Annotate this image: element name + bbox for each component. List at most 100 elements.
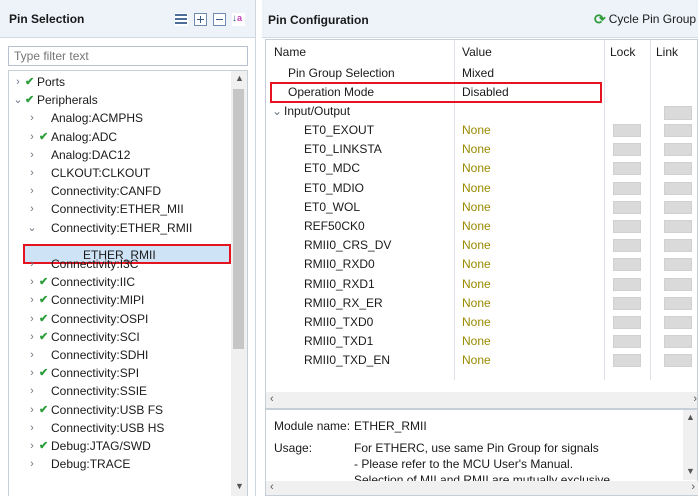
table-row-input-output[interactable]: ⌄ Input/Output <box>266 102 697 121</box>
expand-all-icon[interactable] <box>194 13 207 26</box>
lock-icon[interactable] <box>613 335 641 349</box>
expander-icon[interactable]: ⌄ <box>272 102 282 121</box>
expand-chevron-icon[interactable]: › <box>27 182 37 200</box>
link-arrow-icon[interactable] <box>664 296 692 310</box>
sort-az-icon[interactable]: ↓a <box>232 13 245 26</box>
collapse-chevron-icon[interactable]: ⌄ <box>27 219 37 237</box>
collapse-chevron-icon[interactable]: ⌄ <box>13 91 23 109</box>
table-row[interactable]: RMII0_RXD0 None <box>266 255 697 274</box>
column-header-lock[interactable]: Lock <box>610 42 635 62</box>
table-row[interactable]: RMII0_RXD1 None <box>266 275 697 294</box>
table-row[interactable]: RMII0_RX_ER None <box>266 294 697 313</box>
scroll-right-icon[interactable]: › <box>693 393 697 405</box>
table-row[interactable]: RMII0_TXD0 None <box>266 313 697 332</box>
column-header-link[interactable]: Link <box>656 42 678 62</box>
pin-value[interactable]: None <box>462 313 491 332</box>
expand-chevron-icon[interactable]: › <box>27 200 37 218</box>
expand-chevron-icon[interactable]: › <box>27 346 37 364</box>
expand-chevron-icon[interactable]: › <box>27 455 37 473</box>
expand-chevron-icon[interactable]: › <box>27 146 37 164</box>
pin-value[interactable]: None <box>462 121 491 140</box>
link-arrow-icon[interactable] <box>664 143 692 157</box>
table-row[interactable]: RMII0_TXD1 None <box>266 332 697 351</box>
pin-value[interactable]: None <box>462 140 491 159</box>
link-arrow-icon[interactable] <box>664 220 692 233</box>
link-arrow-icon[interactable] <box>664 316 692 329</box>
expand-chevron-icon[interactable]: › <box>27 310 37 328</box>
pin-value[interactable]: None <box>462 294 491 313</box>
row-value[interactable]: Mixed <box>462 64 494 83</box>
tree-scroll-thumb[interactable] <box>233 89 244 349</box>
pin-value[interactable]: None <box>462 217 491 236</box>
table-row[interactable]: ET0_LINKSTA None <box>266 140 697 159</box>
lock-icon[interactable] <box>613 258 641 272</box>
scroll-down-icon[interactable]: ▼ <box>686 466 695 476</box>
lock-icon[interactable] <box>613 354 641 368</box>
table-row[interactable]: ET0_EXOUT None <box>266 121 697 140</box>
expand-chevron-icon[interactable]: › <box>27 419 37 437</box>
pin-value[interactable]: None <box>462 198 491 217</box>
expand-chevron-icon[interactable]: › <box>27 164 37 182</box>
expand-chevron-icon[interactable]: › <box>13 73 23 91</box>
scroll-down-icon[interactable]: ▼ <box>235 481 244 491</box>
link-arrow-icon[interactable] <box>664 277 692 291</box>
expand-chevron-icon[interactable]: › <box>27 382 37 400</box>
lock-icon[interactable] <box>613 239 641 253</box>
tree-scrollbar[interactable]: ▲ ▼ <box>231 71 247 496</box>
expand-chevron-icon[interactable]: › <box>27 273 37 291</box>
expand-chevron-icon[interactable]: › <box>27 328 37 346</box>
list-icon[interactable] <box>175 13 188 26</box>
pin-value[interactable]: None <box>462 159 491 178</box>
link-arrow-icon[interactable] <box>664 239 692 253</box>
collapse-all-icon[interactable] <box>213 13 226 26</box>
link-arrow-icon[interactable] <box>664 335 692 349</box>
pin-value[interactable]: None <box>462 275 491 294</box>
link-arrow-icon[interactable] <box>664 124 692 137</box>
table-row-pin-group-selection[interactable]: Pin Group Selection Mixed <box>266 64 697 83</box>
link-arrow-icon[interactable] <box>664 258 692 272</box>
lock-icon[interactable] <box>613 181 641 195</box>
lock-icon[interactable] <box>613 277 641 291</box>
scroll-left-icon[interactable]: ‹ <box>270 481 274 493</box>
link-arrow-icon[interactable] <box>664 354 692 368</box>
cycle-pin-group-button[interactable]: ⟳ Cycle Pin Group <box>594 12 696 26</box>
lock-icon[interactable] <box>613 124 641 137</box>
expand-chevron-icon[interactable]: › <box>27 291 37 309</box>
pin-value[interactable]: None <box>462 255 491 274</box>
scroll-left-icon[interactable]: ‹ <box>270 393 274 405</box>
table-row[interactable]: ET0_WOL None <box>266 198 697 217</box>
scroll-right-icon[interactable]: › <box>691 481 695 493</box>
lock-icon[interactable] <box>613 220 641 233</box>
pin-value[interactable]: None <box>462 179 491 198</box>
info-vertical-scrollbar[interactable]: ▲ ▼ <box>683 410 697 480</box>
link-arrow-icon[interactable] <box>664 181 692 195</box>
link-arrow-icon[interactable] <box>664 200 692 214</box>
expand-chevron-icon[interactable]: › <box>27 364 37 382</box>
lock-icon[interactable] <box>613 143 641 157</box>
info-horizontal-scrollbar[interactable]: ‹ › <box>266 481 698 495</box>
table-row[interactable]: RMII0_CRS_DV None <box>266 236 697 255</box>
expand-chevron-icon[interactable]: › <box>27 109 37 127</box>
table-row[interactable]: REF50CK0 None <box>266 217 697 236</box>
filter-input[interactable] <box>8 46 248 66</box>
link-group-icon[interactable] <box>664 106 692 120</box>
column-header-name[interactable]: Name <box>274 42 306 62</box>
expand-chevron-icon[interactable]: › <box>27 437 37 455</box>
expand-chevron-icon[interactable]: › <box>27 128 37 146</box>
table-horizontal-scrollbar[interactable]: ‹ › <box>266 392 697 408</box>
scroll-up-icon[interactable]: ▲ <box>235 73 244 83</box>
pin-value[interactable]: None <box>462 236 491 255</box>
table-row[interactable]: ET0_MDC None <box>266 159 697 178</box>
table-row[interactable]: ET0_MDIO None <box>266 179 697 198</box>
expand-chevron-icon[interactable]: › <box>27 255 37 273</box>
lock-icon[interactable] <box>613 316 641 329</box>
pin-value[interactable]: None <box>462 332 491 351</box>
table-row[interactable]: RMII0_TXD_EN None <box>266 351 697 370</box>
lock-icon[interactable] <box>613 162 641 176</box>
expand-chevron-icon[interactable]: › <box>27 401 37 419</box>
scroll-up-icon[interactable]: ▲ <box>686 412 695 422</box>
lock-icon[interactable] <box>613 296 641 310</box>
pin-value[interactable]: None <box>462 351 491 370</box>
lock-icon[interactable] <box>613 200 641 214</box>
column-header-value[interactable]: Value <box>462 42 492 62</box>
